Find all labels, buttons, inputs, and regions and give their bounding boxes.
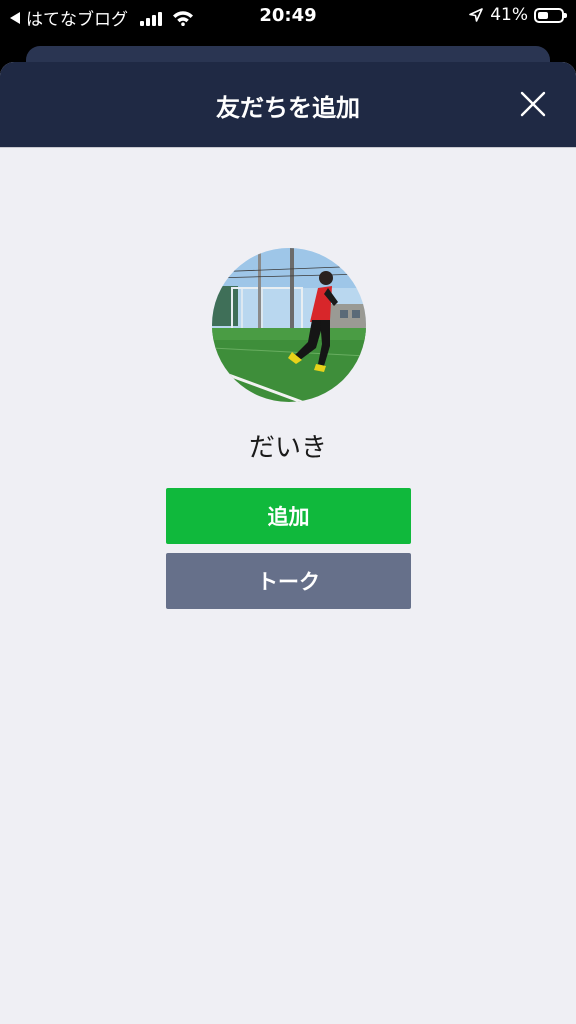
avatar[interactable] — [212, 248, 366, 402]
profile-photo — [212, 248, 366, 402]
close-icon — [520, 91, 546, 117]
add-friend-button[interactable]: 追加 — [166, 488, 411, 544]
status-bar: はてなブログ 20:49 41% — [0, 0, 576, 34]
profile-name: だいき — [248, 433, 327, 463]
sheet-header: 友だちを追加 — [0, 62, 576, 148]
add-button-label: 追加 — [267, 505, 310, 529]
location-arrow-icon — [469, 8, 484, 22]
talk-button-label: トーク — [257, 570, 320, 594]
status-bar-right: 41% — [468, 5, 567, 25]
close-button[interactable] — [520, 91, 546, 117]
battery-percent: 41% — [490, 5, 528, 25]
page-title: 友だちを追加 — [216, 94, 360, 122]
battery-icon — [534, 7, 567, 23]
talk-button[interactable]: トーク — [166, 553, 411, 609]
add-friend-sheet: 友だちを追加 だいき 追加 トーク — [0, 62, 576, 1024]
